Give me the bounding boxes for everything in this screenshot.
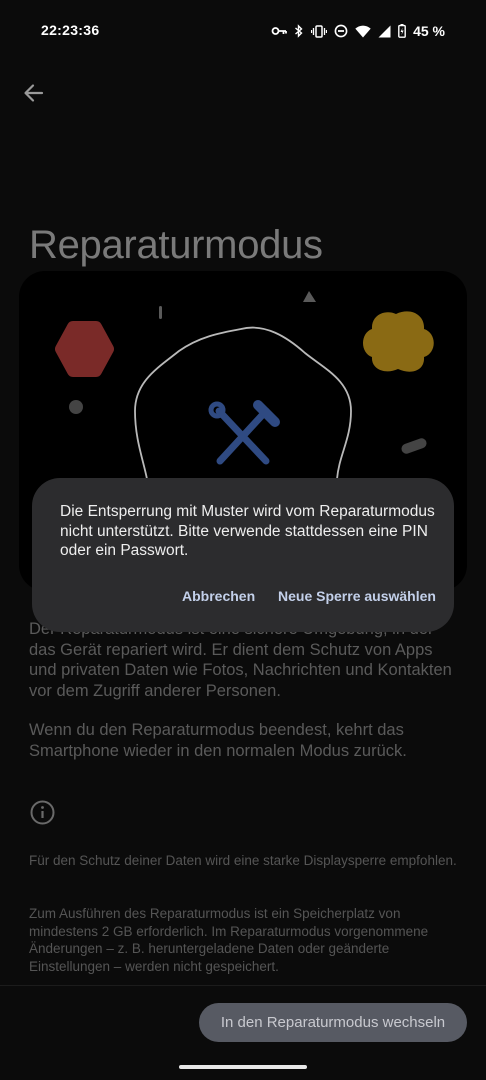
status-bar: 22:23:36 45 % (0, 0, 486, 60)
triangle-shape (303, 291, 316, 302)
back-button[interactable] (20, 79, 48, 107)
small-dot-shape (69, 400, 83, 414)
pill-shape (401, 438, 427, 454)
page-title: Reparaturmodus (29, 222, 323, 267)
do-not-disturb-icon (334, 24, 348, 38)
cell-signal-icon (378, 25, 391, 37)
home-gesture-bar[interactable] (179, 1065, 307, 1069)
bluetooth-icon (295, 24, 303, 38)
cancel-button[interactable]: Abbrechen (182, 588, 255, 604)
exit-info-paragraph: Wenn du den Reparaturmodus beendest, keh… (29, 721, 407, 760)
battery-icon (398, 24, 406, 38)
battery-percentage: 45 % (413, 23, 445, 39)
wrench-hammer-icon (208, 400, 280, 465)
choose-new-lock-button[interactable]: Neue Sperre auswählen (278, 588, 436, 604)
scalloped-badge-outline (134, 326, 352, 480)
vibrate-icon (311, 24, 328, 38)
screen-lock-recommendation: Für den Schutz deiner Daten wird eine st… (29, 853, 457, 868)
vpn-key-icon (271, 27, 287, 35)
unsupported-lock-dialog: Die Entsperrung mit Muster wird vom Repa… (32, 478, 454, 632)
info-icon (30, 800, 55, 830)
dialog-message: Die Entsperrung mit Muster wird vom Repa… (60, 503, 435, 559)
status-icons: 45 % (271, 21, 445, 41)
yellow-flower-shape (363, 311, 434, 372)
red-hexagon-shape (55, 321, 114, 377)
enter-repair-mode-button[interactable]: In den Reparaturmodus wechseln (199, 1003, 467, 1042)
wifi-icon (355, 25, 371, 37)
arrow-back-icon (24, 84, 44, 102)
status-time: 22:23:36 (41, 22, 100, 38)
small-bar-shape (159, 306, 162, 319)
footer-divider (0, 985, 486, 986)
storage-requirement-note: Zum Ausführen des Reparaturmodus ist ein… (29, 906, 429, 974)
